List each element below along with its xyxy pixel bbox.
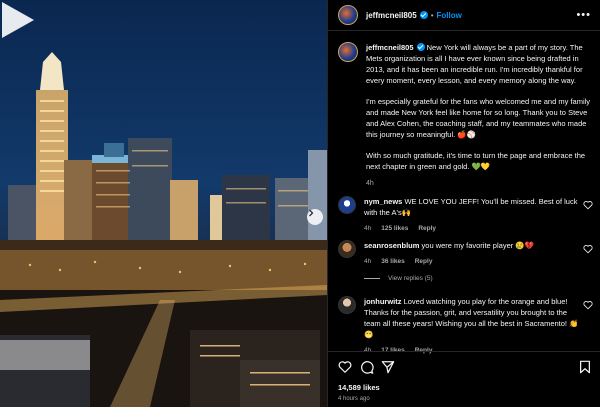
post-actions-bar: 14,589 likes 4 hours ago	[328, 351, 600, 407]
comment-body: seanrosenblum you were my favorite playe…	[364, 240, 582, 267]
heart-icon[interactable]	[583, 244, 593, 254]
commenter-avatar[interactable]	[338, 240, 356, 258]
comment-username[interactable]: nym_news	[364, 197, 402, 206]
post-side-panel: jeffmcneil805 • Follow ••• jeffmcneil805…	[327, 0, 600, 407]
comment-reply-button[interactable]: Reply	[418, 223, 436, 234]
commenter-avatar[interactable]	[338, 196, 356, 214]
heart-icon[interactable]	[338, 360, 352, 374]
city-skyline-image	[0, 0, 327, 407]
comment-likes[interactable]: 36 likes	[381, 256, 405, 267]
verified-badge-icon	[419, 11, 428, 19]
view-replies-button[interactable]: View replies (5)	[364, 275, 433, 282]
caption-author-avatar[interactable]	[338, 42, 358, 62]
comment-item: seanrosenblum you were my favorite playe…	[338, 240, 593, 267]
bookmark-icon[interactable]	[578, 360, 592, 374]
view-replies-label: View replies (5)	[388, 275, 433, 282]
comment-username[interactable]: seanrosenblum	[364, 241, 419, 250]
verified-badge-icon	[416, 43, 425, 51]
comment-time: 4h	[364, 225, 372, 232]
instagram-post: jeffmcneil805 • Follow ••• jeffmcneil805…	[0, 0, 600, 407]
comment-time: 4h	[364, 258, 372, 265]
share-icon[interactable]	[381, 360, 395, 374]
caption-username[interactable]: jeffmcneil805	[366, 43, 414, 52]
post-header: jeffmcneil805 • Follow •••	[328, 0, 600, 31]
comment-item: jonhurwitz Loved watching you play for t…	[338, 296, 593, 356]
post-timestamp: 4 hours ago	[338, 396, 370, 402]
comment-body: jonhurwitz Loved watching you play for t…	[364, 296, 582, 356]
chevron-right-icon	[309, 209, 314, 217]
comment-meta: 4h 36 likes Reply	[364, 256, 582, 267]
comment-likes[interactable]: 125 likes	[381, 223, 408, 234]
comment-reply-button[interactable]: Reply	[415, 256, 433, 267]
commenter-avatar[interactable]	[338, 296, 356, 314]
follow-button[interactable]: Follow	[437, 11, 462, 20]
caption-timestamp: 4h	[366, 180, 374, 187]
more-options-button[interactable]: •••	[576, 9, 591, 21]
next-media-button[interactable]	[307, 209, 323, 225]
comment-icon[interactable]	[360, 360, 374, 374]
post-caption: jeffmcneil805 New York will always be a …	[338, 42, 593, 189]
separator-dot: •	[430, 10, 434, 20]
comment-meta: 4h 125 likes Reply	[364, 223, 582, 234]
author-avatar[interactable]	[338, 5, 358, 25]
replies-divider-line	[364, 278, 380, 279]
comment-item: nym_news WE LOVE YOU JEFF! You'll be mis…	[338, 196, 593, 234]
like-count[interactable]: 14,589 likes	[338, 383, 380, 392]
comment-body: nym_news WE LOVE YOU JEFF! You'll be mis…	[364, 196, 582, 234]
author-username[interactable]: jeffmcneil805	[366, 11, 417, 20]
caption-paragraph-2: I'm especially grateful for the fans who…	[366, 97, 591, 139]
caption-paragraph-3: With so much gratitude, it's time to tur…	[366, 151, 586, 171]
heart-icon[interactable]	[583, 300, 593, 310]
comment-username[interactable]: jonhurwitz	[364, 297, 402, 306]
caption-body: jeffmcneil805 New York will always be a …	[366, 42, 593, 189]
post-media[interactable]	[0, 0, 327, 407]
heart-icon[interactable]	[583, 200, 593, 210]
play-icon[interactable]	[0, 0, 36, 40]
comment-text: you were my favorite player 😢💔	[421, 241, 534, 250]
